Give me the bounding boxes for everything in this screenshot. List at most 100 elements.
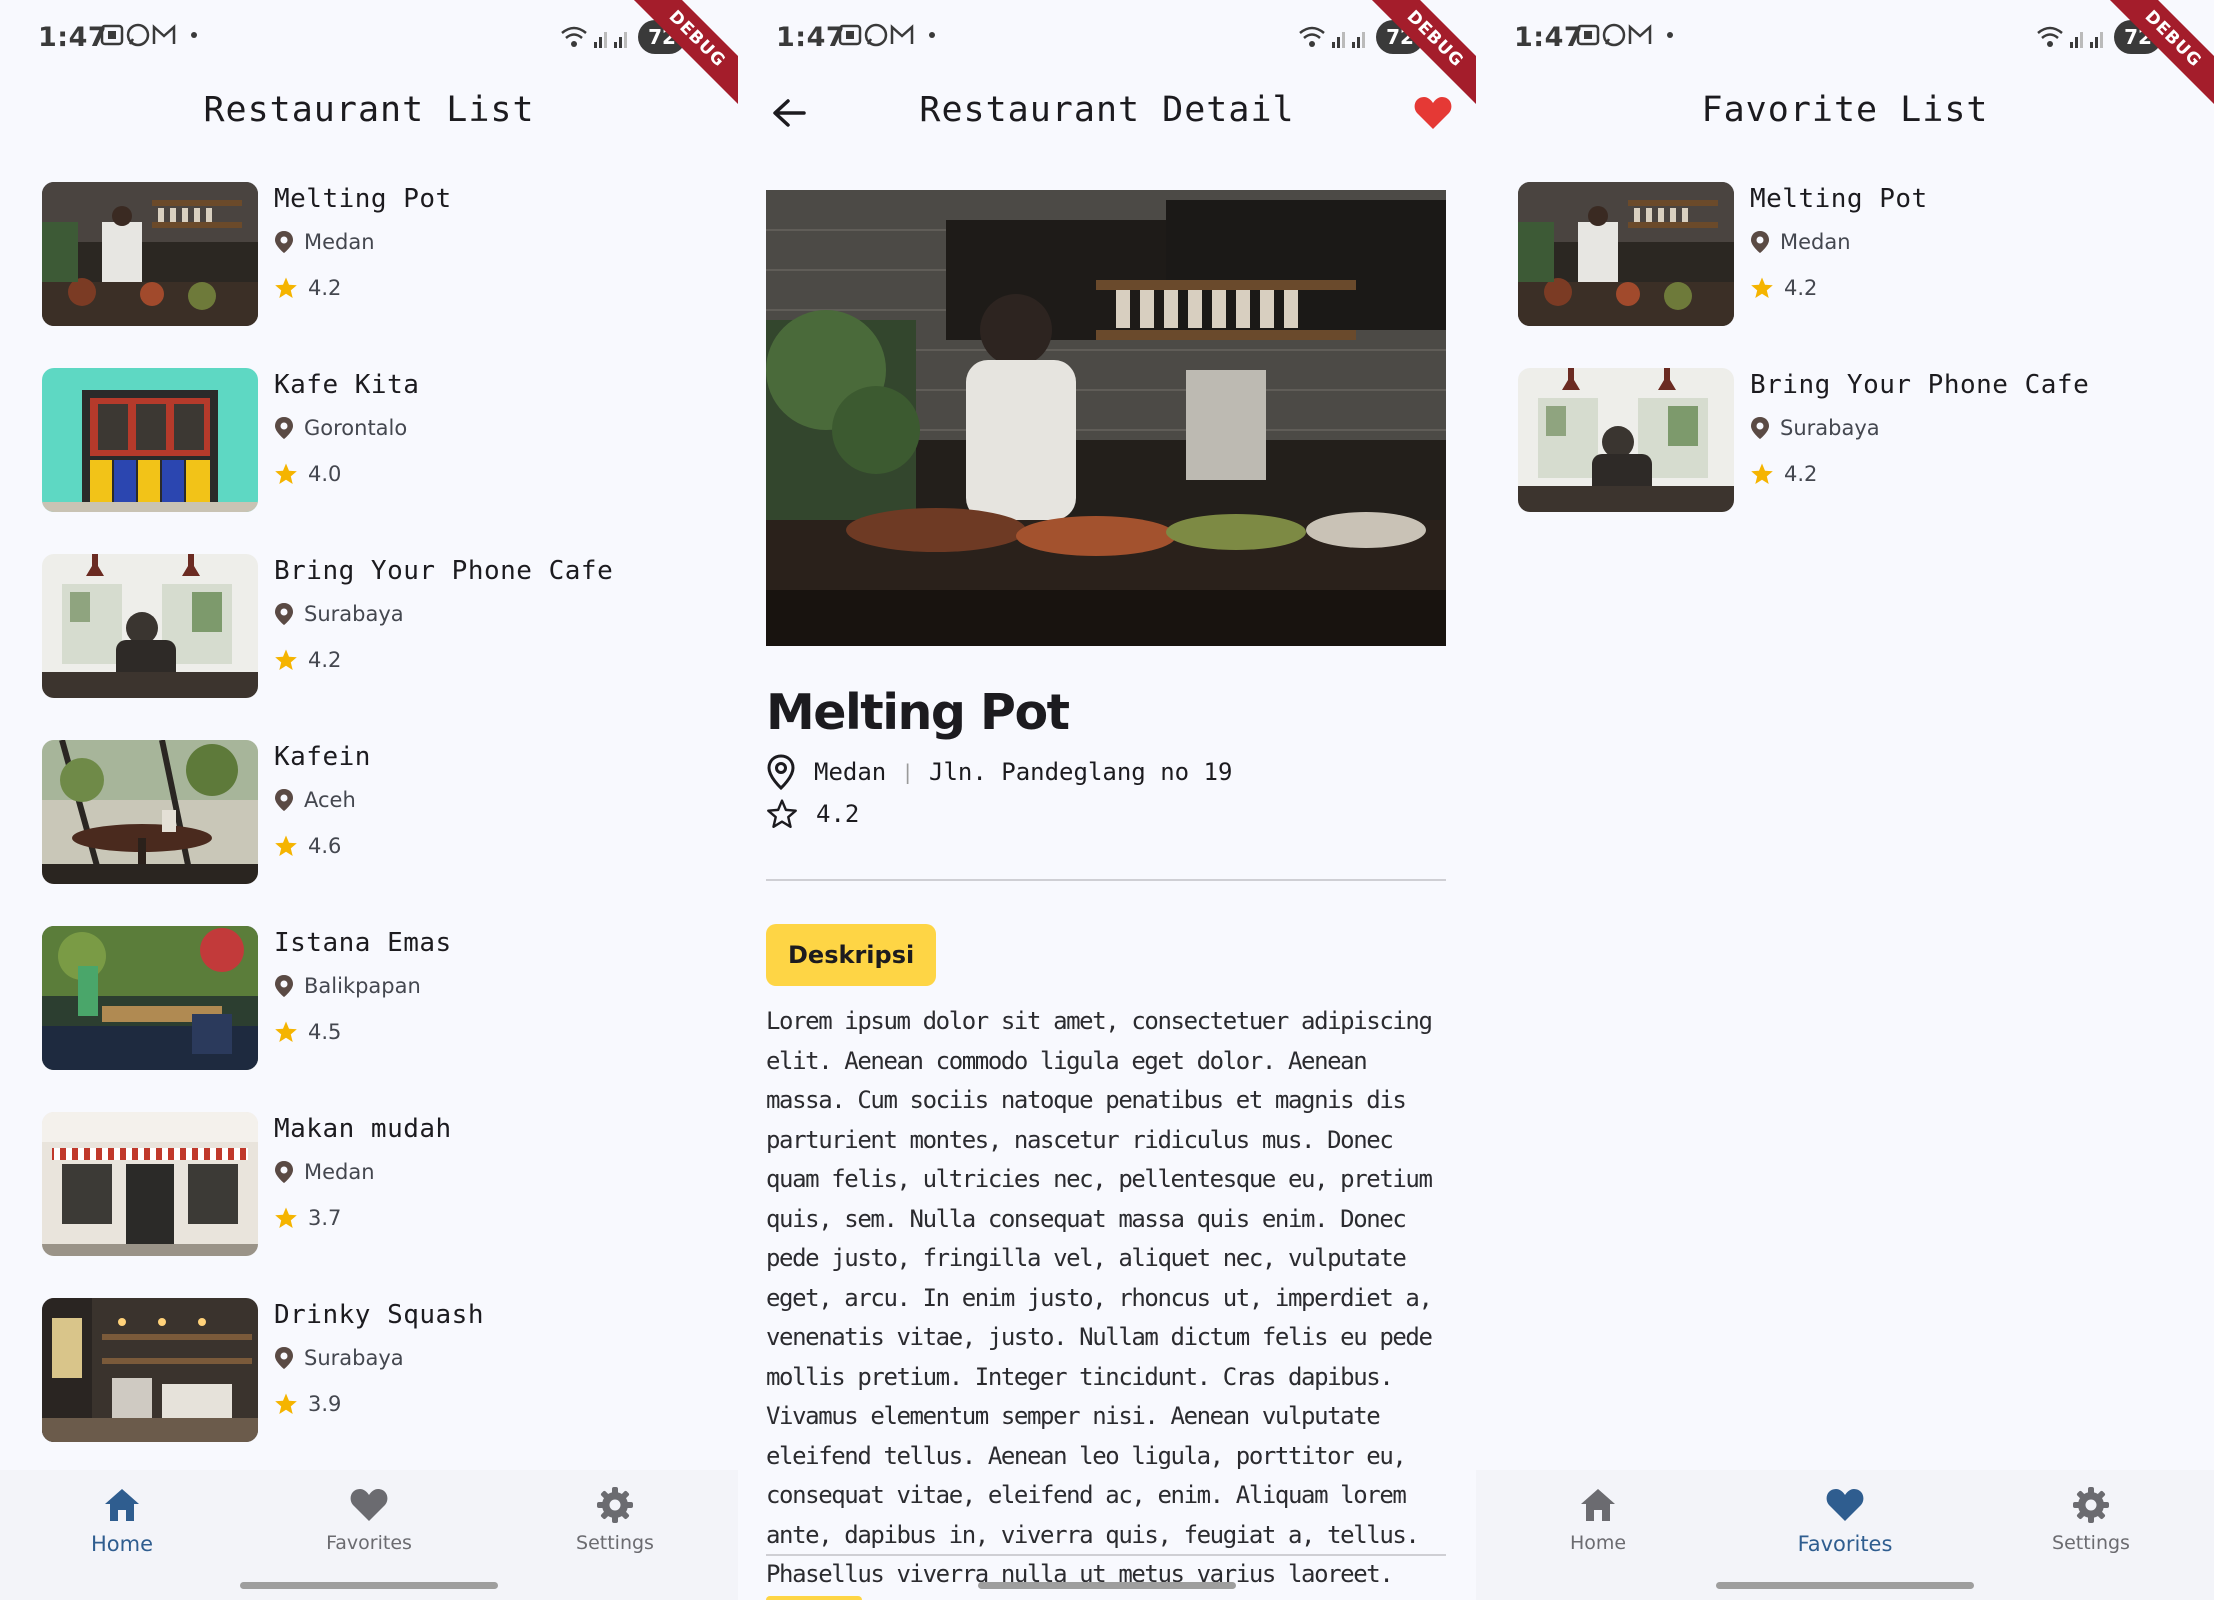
rating-value: 4.0 (308, 462, 342, 486)
nav-home[interactable]: Home (1508, 1482, 1688, 1554)
bottom-navigation: Home Favorites Settings (1476, 1470, 2214, 1600)
restaurant-item-melting-pot[interactable]: Melting Pot Medan 4.2 (42, 182, 722, 328)
nav-favorites-label: Favorites (1797, 1532, 1893, 1556)
restaurant-rating: 4.2 (274, 648, 341, 672)
rating-value: 4.6 (308, 834, 342, 858)
location-pin-icon (275, 789, 293, 811)
notification-icons-glyphs (100, 23, 197, 47)
status-bar: 1:47 72 DEBUG (0, 0, 738, 112)
city-label: Aceh (304, 788, 356, 812)
signal-icons (2037, 26, 2103, 48)
next-section-chip (766, 1596, 862, 1600)
rating-value: 3.9 (308, 1392, 342, 1416)
nav-settings-label: Settings (2052, 1532, 2130, 1554)
restaurant-rating: 4.2 (766, 798, 859, 830)
favorite-item-bring-your-phone-cafe[interactable]: Bring Your Phone Cafe Surabaya 4.2 (1518, 368, 2198, 514)
gesture-bar[interactable] (978, 1582, 1236, 1589)
restaurant-name: Kafein (274, 742, 371, 772)
restaurant-city: Gorontalo (274, 416, 407, 440)
city-label: Balikpapan (304, 974, 421, 998)
heart-icon (350, 1489, 388, 1521)
divider (766, 1554, 1446, 1556)
page-title: Favorite List (1701, 90, 1989, 130)
notification-icons (838, 22, 938, 48)
nav-settings[interactable]: Settings (525, 1482, 705, 1554)
restaurant-rating: 4.6 (274, 834, 341, 858)
restaurant-name: Melting Pot (766, 684, 1070, 741)
restaurant-rating: 4.2 (274, 276, 341, 300)
status-bar: 1:47 72 DEBUG (738, 0, 1476, 112)
nav-favorites[interactable]: Favorites (1755, 1482, 1935, 1556)
restaurant-name: Melting Pot (1750, 184, 1928, 214)
restaurant-thumbnail (1518, 368, 1734, 512)
restaurant-location: Medan | Jln. Pandeglang no 19 (766, 754, 1232, 790)
home-icon (105, 1489, 139, 1521)
signal-icons (1299, 26, 1365, 48)
city-label: Surabaya (304, 602, 404, 626)
restaurant-detail-screen: 1:47 72 DEBUG Restaurant Detail Melting … (738, 0, 1476, 1600)
restaurant-city: Aceh (274, 788, 356, 812)
page-title: Restaurant Detail (919, 90, 1295, 130)
rating-value: 3.7 (308, 1206, 342, 1230)
app-bar: Favorite List (1476, 76, 2214, 146)
gesture-bar[interactable] (1716, 1582, 1974, 1589)
restaurant-item-makan-mudah[interactable]: Makan mudah Medan 3.7 (42, 1112, 722, 1258)
status-bar: 1:47 72 DEBUG (1476, 0, 2214, 112)
restaurant-item-istana-emas[interactable]: Istana Emas Balikpapan 4.5 (42, 926, 722, 1072)
restaurant-name: Drinky Squash (274, 1300, 484, 1330)
nav-home-label: Home (1569, 1532, 1627, 1554)
city-label: Medan (304, 230, 375, 254)
location-pin-outline-icon (767, 754, 795, 790)
favorite-item-melting-pot[interactable]: Melting Pot Medan 4.2 (1518, 182, 2198, 328)
home-icon (1581, 1489, 1615, 1521)
heart-filled-icon (1414, 97, 1452, 129)
location-pin-icon (1751, 417, 1769, 439)
restaurant-city: Surabaya (1750, 416, 1880, 440)
notification-icons (100, 22, 200, 48)
notification-icons-glyphs (1576, 23, 1673, 47)
restaurant-item-kafein[interactable]: Kafein Aceh 4.6 (42, 740, 722, 886)
restaurant-item-kafe-kita[interactable]: Kafe Kita Gorontalo 4.0 (42, 368, 722, 514)
section-chip-description: Deskripsi (766, 924, 937, 986)
location-pin-icon (275, 975, 293, 997)
restaurant-name: Kafe Kita (274, 370, 420, 400)
favorite-toggle-button[interactable] (1408, 88, 1458, 138)
restaurant-thumbnail (42, 182, 258, 326)
rating-value: 4.2 (308, 648, 342, 672)
star-icon (275, 1021, 297, 1042)
status-time: 1:47 (776, 22, 846, 53)
restaurant-name: Istana Emas (274, 928, 452, 958)
city-label: Medan (1780, 230, 1851, 254)
favorite-list-screen: 1:47 72 DEBUG Favorite List Melting Pot … (1476, 0, 2214, 1600)
gesture-bar[interactable] (240, 1582, 498, 1589)
city-label: Surabaya (1780, 416, 1880, 440)
restaurant-thumbnail (1518, 182, 1734, 326)
restaurant-thumbnail (42, 554, 258, 698)
star-icon (1751, 277, 1773, 298)
star-icon (275, 277, 297, 298)
address-label: Jln. Pandeglang no 19 (929, 758, 1233, 786)
star-icon (275, 463, 297, 484)
rating-value: 4.2 (816, 800, 860, 828)
restaurant-thumbnail (42, 926, 258, 1070)
city-label: Medan (304, 1160, 375, 1184)
nav-home[interactable]: Home (32, 1482, 212, 1556)
nav-favorites-label: Favorites (326, 1532, 412, 1554)
star-icon (1751, 463, 1773, 484)
restaurant-thumbnail (42, 1112, 258, 1256)
restaurant-list-screen: 1:47 72 DEBUG Restaurant List Melting Po… (0, 0, 738, 1600)
restaurant-city: Medan (274, 230, 375, 254)
restaurant-rating: 4.5 (274, 1020, 341, 1044)
separator: | (904, 760, 911, 784)
restaurant-item-bring-your-phone-cafe[interactable]: Bring Your Phone Cafe Surabaya 4.2 (42, 554, 722, 700)
restaurant-item-drinky-squash[interactable]: Drinky Squash Surabaya 3.9 (42, 1298, 722, 1444)
nav-settings[interactable]: Settings (2001, 1482, 2181, 1554)
page-title: Restaurant List (203, 90, 535, 130)
star-icon (275, 649, 297, 670)
nav-favorites[interactable]: Favorites (279, 1482, 459, 1554)
status-time: 1:47 (1514, 22, 1584, 53)
star-icon (275, 1207, 297, 1228)
rating-value: 4.2 (1784, 462, 1818, 486)
restaurant-name: Bring Your Phone Cafe (1750, 370, 2090, 400)
restaurant-rating: 4.2 (1750, 462, 1817, 486)
